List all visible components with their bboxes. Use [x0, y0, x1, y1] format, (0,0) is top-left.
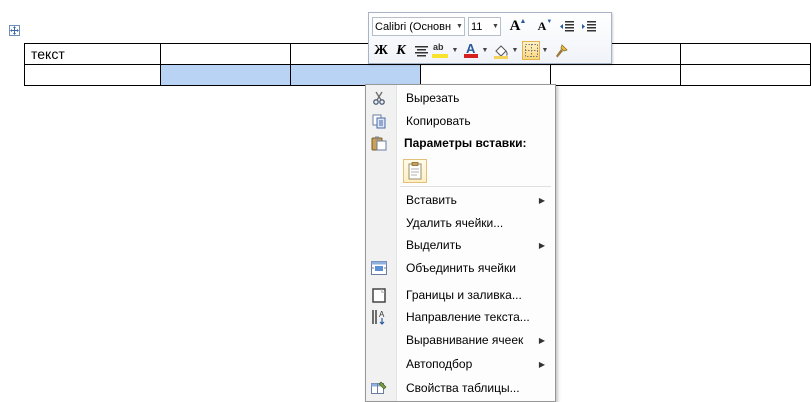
table-move-handle[interactable]	[9, 25, 20, 36]
move-arrows-icon	[10, 26, 19, 35]
menu-item-label: Вставить	[406, 193, 457, 207]
chevron-down-icon: ▼	[456, 23, 463, 30]
mini-toolbar-row-font: Calibri (Основн ▼ 11 ▼ A ▲ A ▼	[372, 16, 598, 37]
italic-button[interactable]: К	[392, 41, 410, 60]
menu-item-label: Границы и заливка...	[406, 288, 522, 302]
bold-icon: Ж	[374, 42, 388, 58]
menu-item-borders-shading[interactable]: Границы и заливка...	[366, 284, 555, 306]
font-color-swatch	[464, 54, 478, 58]
chevron-down-icon: ▼	[492, 23, 499, 30]
submenu-arrow-icon: ▶	[538, 240, 545, 250]
menu-item-label: Объединить ячейки	[406, 261, 516, 275]
borders-button[interactable]	[522, 41, 540, 60]
menu-item-autofit[interactable]: Автоподбор ▶	[366, 353, 555, 375]
table-cell[interactable]	[23, 64, 162, 86]
table-row	[23, 64, 811, 86]
submenu-arrow-icon: ▶	[538, 195, 545, 205]
highlight-dropdown[interactable]: ▼	[450, 41, 460, 60]
mini-toolbar: Calibri (Основн ▼ 11 ▼ A ▲ A ▼ Ж К ab ▼ …	[368, 12, 612, 64]
table-cell[interactable]	[160, 43, 292, 65]
table-cell-selected[interactable]	[290, 64, 422, 86]
menu-item-table-properties[interactable]: Свойства таблицы...	[366, 377, 555, 399]
borders-dropdown[interactable]: ▼	[540, 41, 550, 60]
font-color-icon: A	[463, 41, 479, 59]
font-size-value: 11	[471, 20, 483, 33]
chevron-down-icon: ▼	[511, 47, 519, 54]
font-name-combo[interactable]: Calibri (Основн ▼	[372, 17, 465, 36]
mini-toolbar-row-format: Ж К ab ▼ A ▼ ▼ ▼	[372, 40, 570, 61]
menu-item-select[interactable]: Выделить ▶	[366, 234, 555, 256]
increase-indent-button[interactable]	[580, 17, 598, 36]
menu-item-label: Выделить	[406, 238, 462, 252]
menu-separator	[400, 186, 551, 187]
menu-item-delete-cells[interactable]: Удалить ячейки...	[366, 212, 555, 234]
borders-icon	[524, 44, 538, 57]
grow-font-icon: A ▲	[509, 17, 527, 34]
format-painter-icon	[556, 43, 568, 57]
shrink-font-icon: A ▼	[537, 19, 553, 33]
table-cell[interactable]	[680, 43, 811, 65]
chevron-down-icon: ▼	[481, 47, 489, 54]
menu-item-label: Удалить ячейки...	[406, 216, 504, 230]
font-color-button[interactable]: A	[462, 41, 480, 60]
table-cell[interactable]	[550, 64, 682, 86]
text-direction-icon: A	[371, 309, 387, 325]
menu-item-insert[interactable]: Вставить ▶	[366, 189, 555, 211]
italic-icon: К	[396, 42, 406, 58]
chevron-down-icon: ▼	[451, 47, 459, 54]
font-name-value: Calibri (Основн	[375, 20, 452, 33]
table-cell[interactable]	[680, 64, 811, 86]
highlight-icon: ab	[432, 42, 450, 59]
shrink-font-letter: A	[537, 19, 547, 33]
paste-clipboard-icon	[408, 162, 422, 180]
paste-options-header: Параметры вставки:	[404, 136, 527, 150]
table-cell[interactable]	[420, 64, 552, 86]
highlight-color-swatch	[432, 54, 448, 58]
format-painter-button[interactable]	[552, 41, 570, 60]
svg-text:A: A	[379, 310, 385, 319]
menu-item-label: Автоподбор	[406, 357, 473, 371]
menu-item-label: Вырезать	[406, 91, 460, 105]
paste-keep-formatting-button[interactable]	[403, 159, 427, 183]
table-properties-icon	[371, 380, 387, 396]
menu-item-copy[interactable]: Копировать	[366, 110, 555, 132]
highlight-button[interactable]: ab	[432, 41, 450, 60]
menu-item-merge-cells[interactable]: Объединить ячейки	[366, 257, 555, 279]
scissors-icon	[371, 90, 387, 106]
menu-item-label: Направление текста...	[406, 310, 530, 324]
align-center-icon	[414, 45, 428, 56]
merge-cells-icon	[371, 260, 387, 276]
highlight-letters: ab	[433, 42, 444, 52]
decrease-indent-button[interactable]	[558, 17, 576, 36]
menu-item-label: Копировать	[406, 114, 471, 128]
font-size-combo[interactable]: 11 ▼	[468, 17, 501, 36]
context-menu: Вырезать Копировать Параметры вставки: В…	[365, 84, 556, 402]
shading-dropdown[interactable]: ▼	[510, 41, 520, 60]
bold-button[interactable]: Ж	[372, 41, 390, 60]
menu-item-paste-options-header: Параметры вставки:	[366, 132, 555, 154]
shading-button[interactable]	[492, 41, 510, 60]
menu-item-cell-alignment[interactable]: Выравнивание ячеек ▶	[366, 329, 555, 351]
submenu-arrow-icon: ▶	[538, 335, 545, 345]
shrink-font-button[interactable]: A ▼	[533, 17, 553, 36]
submenu-arrow-icon: ▶	[538, 359, 545, 369]
increase-indent-icon	[582, 21, 596, 32]
copy-icon	[371, 113, 387, 129]
menu-item-text-direction[interactable]: A Направление текста...	[366, 306, 555, 328]
center-align-button[interactable]	[412, 41, 430, 60]
table-cell[interactable]: текст	[23, 43, 162, 65]
menu-item-label: Свойства таблицы...	[406, 381, 520, 395]
menu-item-label: Выравнивание ячеек	[406, 333, 524, 347]
grow-font-button[interactable]: A ▲	[506, 17, 527, 36]
decrease-indent-icon	[560, 21, 574, 32]
table-cell-selected[interactable]	[160, 64, 292, 86]
chevron-down-icon: ▼	[541, 47, 549, 54]
font-color-dropdown[interactable]: ▼	[480, 41, 490, 60]
paint-bucket-icon	[494, 44, 508, 59]
borders-icon	[371, 287, 387, 303]
menu-item-cut[interactable]: Вырезать	[366, 87, 555, 109]
paste-icon	[371, 135, 387, 151]
